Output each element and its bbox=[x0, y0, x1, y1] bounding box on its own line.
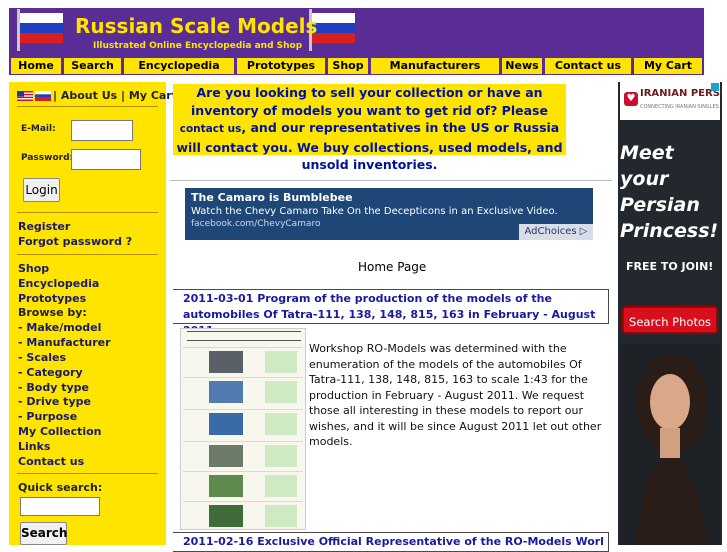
menu-shop[interactable]: Shop bbox=[18, 262, 49, 275]
free-to-join: FREE TO JOIN! bbox=[626, 260, 714, 273]
ad-brand: IRANIAN PERSONALS bbox=[640, 88, 722, 99]
divider bbox=[17, 212, 158, 213]
browse-by-label: Browse by: bbox=[18, 306, 87, 319]
adchoices-button[interactable]: AdChoices ▷ bbox=[519, 224, 593, 240]
divider bbox=[17, 106, 158, 107]
password-label: Password: bbox=[21, 153, 74, 163]
truck-photo bbox=[209, 381, 243, 403]
divider bbox=[17, 473, 158, 474]
menu-manufacturer[interactable]: - Manufacturer bbox=[18, 336, 111, 349]
password-field[interactable] bbox=[71, 149, 141, 170]
russian-flag-icon[interactable] bbox=[35, 91, 51, 101]
ad-url[interactable]: facebook.com/ChevyCamaro bbox=[191, 219, 321, 229]
iranian-personals-ad[interactable]: ♥ IRANIAN PERSONALS CONNECTING IRANIAN S… bbox=[618, 82, 722, 545]
menu-body-type[interactable]: - Body type bbox=[18, 381, 89, 394]
menu-prototypes[interactable]: Prototypes bbox=[18, 292, 86, 305]
heart-icon: ♥ bbox=[624, 92, 638, 106]
news-title-box: 2011-02-16 Exclusive Official Representa… bbox=[173, 532, 609, 552]
truck-photo bbox=[209, 351, 243, 373]
ad-text: Watch the Chevy Camaro Take On the Decep… bbox=[191, 206, 558, 217]
site-subtitle: Illustrated Online Encyclopedia and Shop bbox=[93, 41, 303, 51]
about-cart-links[interactable]: | About Us | My Cart bbox=[53, 89, 177, 102]
menu-encyclopedia[interactable]: Encyclopedia bbox=[18, 277, 99, 290]
register-link[interactable]: Register bbox=[18, 220, 70, 233]
login-button[interactable]: Login bbox=[23, 178, 60, 202]
news-title-box: 2011-03-01 Program of the production of … bbox=[173, 289, 609, 337]
truck-photo bbox=[209, 445, 243, 467]
menu-make-model[interactable]: - Make/model bbox=[18, 321, 101, 334]
quick-search-label: Quick search: bbox=[18, 481, 103, 494]
nav-home[interactable]: Home bbox=[11, 58, 61, 74]
nav-encyclopedia[interactable]: Encyclopedia bbox=[124, 58, 234, 74]
ad-brand-sub: CONNECTING IRANIAN SINGLES bbox=[640, 104, 719, 110]
nav-shop[interactable]: Shop bbox=[328, 58, 368, 74]
ad-line: Meet bbox=[620, 142, 674, 164]
sidebar: | About Us | My Cart E-Mail: Password: L… bbox=[9, 82, 177, 545]
site-title[interactable]: Russian Scale Models bbox=[75, 14, 317, 38]
divider bbox=[17, 254, 158, 255]
play-icon: ▷ bbox=[579, 226, 588, 237]
promo-text: Are you looking to sell your collection … bbox=[191, 85, 548, 118]
ad-line: Persian bbox=[620, 194, 700, 216]
ad-logo-banner: ♥ IRANIAN PERSONALS CONNECTING IRANIAN S… bbox=[620, 82, 722, 120]
divider bbox=[170, 180, 612, 181]
main-nav: Home Search Encyclopedia Prototypes Shop… bbox=[9, 57, 704, 75]
page-title: Home Page bbox=[358, 260, 427, 274]
menu-scales[interactable]: - Scales bbox=[18, 351, 66, 364]
menu-my-collection[interactable]: My Collection bbox=[18, 425, 102, 438]
quick-search-input[interactable] bbox=[20, 497, 100, 516]
russian-flag-icon bbox=[17, 9, 63, 51]
nav-manufacturers[interactable]: Manufacturers bbox=[371, 58, 499, 74]
us-flag-icon[interactable] bbox=[17, 91, 33, 101]
nav-prototypes[interactable]: Prototypes bbox=[237, 58, 325, 74]
menu-contact-us[interactable]: Contact us bbox=[18, 455, 84, 468]
truck-photo bbox=[209, 413, 243, 435]
email-field[interactable] bbox=[71, 120, 133, 141]
ad-line: Princess! bbox=[620, 220, 719, 242]
camaro-ad-banner[interactable]: The Camaro is Bumblebee Watch the Chevy … bbox=[185, 188, 593, 240]
ad-headline[interactable]: The Camaro is Bumblebee bbox=[191, 191, 353, 204]
truck-photo bbox=[209, 505, 243, 527]
truck-photo bbox=[209, 475, 243, 497]
ad-line: your bbox=[620, 168, 669, 190]
menu-drive-type[interactable]: - Drive type bbox=[18, 395, 91, 408]
contact-us-link[interactable]: contact us bbox=[180, 123, 242, 135]
nav-search[interactable]: Search bbox=[64, 58, 121, 74]
ad-info-icon[interactable] bbox=[711, 83, 719, 91]
menu-purpose[interactable]: - Purpose bbox=[18, 410, 77, 423]
search-photos-button[interactable]: Search Photos bbox=[622, 306, 718, 334]
news-title-link[interactable]: 2011-02-16 Exclusive Official Representa… bbox=[183, 534, 603, 550]
email-label: E-Mail: bbox=[21, 124, 56, 134]
nav-contact-us[interactable]: Contact us bbox=[545, 58, 631, 74]
news-thumbnail[interactable] bbox=[180, 328, 306, 530]
search-button[interactable]: Search bbox=[20, 522, 67, 545]
woman-photo bbox=[620, 344, 720, 545]
sell-collection-promo: Are you looking to sell your collection … bbox=[173, 84, 566, 172]
adchoices-label: AdChoices bbox=[524, 226, 577, 237]
menu-category[interactable]: - Category bbox=[18, 366, 83, 379]
menu-links[interactable]: Links bbox=[18, 440, 50, 453]
nav-my-cart[interactable]: My Cart bbox=[634, 58, 702, 74]
nav-news[interactable]: News bbox=[502, 58, 542, 74]
news-body: Workshop RO-Models was determined with t… bbox=[309, 342, 602, 448]
thumbnail-caption bbox=[187, 331, 301, 341]
forgot-password-link[interactable]: Forgot password ? bbox=[18, 235, 132, 248]
